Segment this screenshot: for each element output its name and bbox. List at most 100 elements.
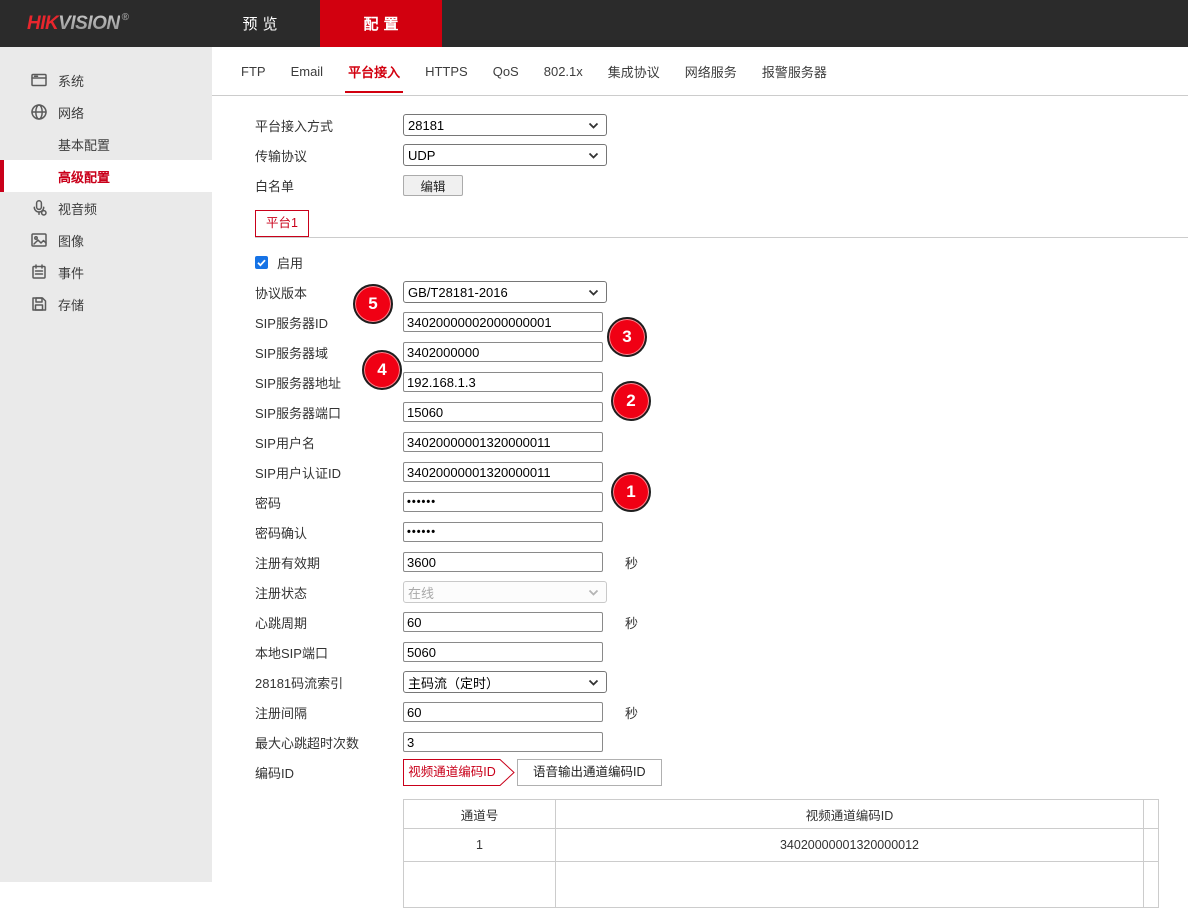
password-confirm-input[interactable]	[403, 522, 603, 542]
globe-icon	[30, 103, 48, 121]
sidebar-item-image[interactable]: 图像	[0, 224, 212, 256]
sidebar-item-advanced-config[interactable]: 高级配置	[0, 160, 212, 192]
window-icon	[30, 71, 48, 89]
whitelist-edit-button[interactable]: 编辑	[403, 175, 463, 196]
tab-email[interactable]: Email	[290, 47, 325, 96]
row-sip-auth-id: SIP用户认证ID	[255, 457, 1188, 487]
row-register-status: 注册状态 在线	[255, 577, 1188, 607]
sip-server-address-input[interactable]	[403, 372, 603, 392]
column-header-channel-no: 通道号	[404, 800, 556, 829]
sidebar-item-label: 视音频	[58, 199, 97, 218]
max-heartbeat-timeout-input[interactable]	[403, 732, 603, 752]
sip-username-input[interactable]	[403, 432, 603, 452]
tab-platform-access[interactable]: 平台接入	[347, 47, 401, 96]
cell-channel-no: 1	[404, 829, 556, 862]
stream-index-select[interactable]: 主码流（定时）	[403, 671, 607, 693]
tab-8021x[interactable]: 802.1x	[543, 47, 584, 96]
table-row[interactable]	[404, 862, 1159, 908]
column-header-spacer	[1144, 800, 1159, 829]
row-sip-server-id: SIP服务器ID	[255, 307, 1188, 337]
protocol-version-select[interactable]: GB/T28181-2016	[403, 281, 607, 303]
event-icon	[30, 263, 48, 281]
sip-server-domain-input[interactable]	[403, 342, 603, 362]
sidebar-item-network[interactable]: 网络	[0, 96, 212, 128]
row-register-interval: 注册间隔 秒	[255, 697, 1188, 727]
row-register-validity: 注册有效期 秒	[255, 547, 1188, 577]
platform-access-form: 平台接入方式 28181 传输协议 UDP 白名单 编辑 平台1 启用	[212, 96, 1188, 908]
logo-hik: HIK	[27, 13, 58, 35]
sidebar-item-basic-config[interactable]: 基本配置	[0, 128, 212, 160]
chevron-down-icon	[588, 122, 599, 129]
selected-value: GB/T28181-2016	[408, 285, 508, 300]
field-label: SIP服务器端口	[255, 403, 403, 422]
sidebar-item-label: 存储	[58, 295, 84, 314]
field-label: 心跳周期	[255, 613, 403, 632]
platform-tab-strip: 平台1	[255, 210, 1188, 238]
register-validity-input[interactable]	[403, 552, 603, 572]
row-max-heartbeat-timeout: 最大心跳超时次数	[255, 727, 1188, 757]
tab-integration-protocol[interactable]: 集成协议	[607, 47, 661, 96]
sip-server-port-input[interactable]	[403, 402, 603, 422]
chevron-down-icon	[588, 289, 599, 296]
sidebar-item-label: 事件	[58, 263, 84, 282]
sidebar-item-event[interactable]: 事件	[0, 256, 212, 288]
row-local-sip-port: 本地SIP端口	[255, 637, 1188, 667]
heartbeat-cycle-input[interactable]	[403, 612, 603, 632]
password-input[interactable]	[403, 492, 603, 512]
sidebar-item-system[interactable]: 系统	[0, 64, 212, 96]
row-sip-username: SIP用户名	[255, 427, 1188, 457]
row-enable: 启用	[255, 247, 1188, 277]
platform-access-mode-select[interactable]: 28181	[403, 114, 607, 136]
microphone-icon	[30, 199, 48, 217]
register-status-select: 在线	[403, 581, 607, 603]
tab-qos[interactable]: QoS	[492, 47, 520, 96]
field-label: 白名单	[255, 176, 403, 195]
storage-icon	[30, 295, 48, 313]
row-sip-server-port: SIP服务器端口	[255, 397, 1188, 427]
unit-seconds: 秒	[625, 613, 638, 632]
annotation-circle-3: 3	[607, 317, 647, 357]
cell-spacer	[1144, 829, 1159, 862]
table-header-row: 通道号 视频通道编码ID	[404, 800, 1159, 829]
sidebar-item-label: 网络	[58, 103, 84, 122]
sidebar-item-storage[interactable]: 存储	[0, 288, 212, 320]
field-label: SIP用户名	[255, 433, 403, 452]
sip-auth-id-input[interactable]	[403, 462, 603, 482]
annotation-circle-4: 4	[362, 350, 402, 390]
sidebar-item-label: 图像	[58, 231, 84, 250]
register-interval-input[interactable]	[403, 702, 603, 722]
sidebar-item-audio-video[interactable]: 视音频	[0, 192, 212, 224]
tab-label: 视频通道编码ID	[403, 759, 501, 786]
row-platform-access-mode: 平台接入方式 28181	[255, 110, 1188, 140]
sip-server-id-input[interactable]	[403, 312, 603, 332]
logo-vision: VISION	[58, 13, 119, 35]
unit-seconds: 秒	[625, 703, 638, 722]
field-label: 最大心跳超时次数	[255, 733, 403, 752]
tab-network-service[interactable]: 网络服务	[684, 47, 738, 96]
local-sip-port-input[interactable]	[403, 642, 603, 662]
tab-ftp[interactable]: FTP	[240, 47, 267, 96]
enable-checkbox[interactable]	[255, 256, 268, 269]
tab-audio-output-channel-encoding-id[interactable]: 语音输出通道编码ID	[517, 759, 662, 786]
field-label: 注册有效期	[255, 553, 403, 572]
sidebar-item-label: 高级配置	[58, 167, 110, 186]
row-heartbeat-cycle: 心跳周期 秒	[255, 607, 1188, 637]
chevron-down-icon	[588, 679, 599, 686]
sidebar-item-label: 基本配置	[58, 135, 110, 154]
field-label: 本地SIP端口	[255, 643, 403, 662]
settings-tabbar: FTP Email 平台接入 HTTPS QoS 802.1x 集成协议 网络服…	[212, 47, 1188, 96]
selected-value: UDP	[408, 148, 435, 163]
chevron-down-icon	[588, 589, 599, 596]
topbar: HIKVISION® 预览 配置	[0, 0, 1188, 47]
tab-video-channel-encoding-id[interactable]: 视频通道编码ID	[403, 759, 515, 786]
nav-tab-preview[interactable]: 预览	[200, 0, 320, 47]
transport-protocol-select[interactable]: UDP	[403, 144, 607, 166]
tab-https[interactable]: HTTPS	[424, 47, 469, 96]
tab-alarm-server[interactable]: 报警服务器	[761, 47, 828, 96]
row-whitelist: 白名单 编辑	[255, 170, 1188, 200]
platform1-tab[interactable]: 平台1	[255, 210, 309, 237]
nav-tab-configuration[interactable]: 配置	[320, 0, 442, 47]
table-row[interactable]: 1 34020000001320000012	[404, 829, 1159, 862]
selected-value: 28181	[408, 118, 444, 133]
field-label: 注册状态	[255, 583, 403, 602]
